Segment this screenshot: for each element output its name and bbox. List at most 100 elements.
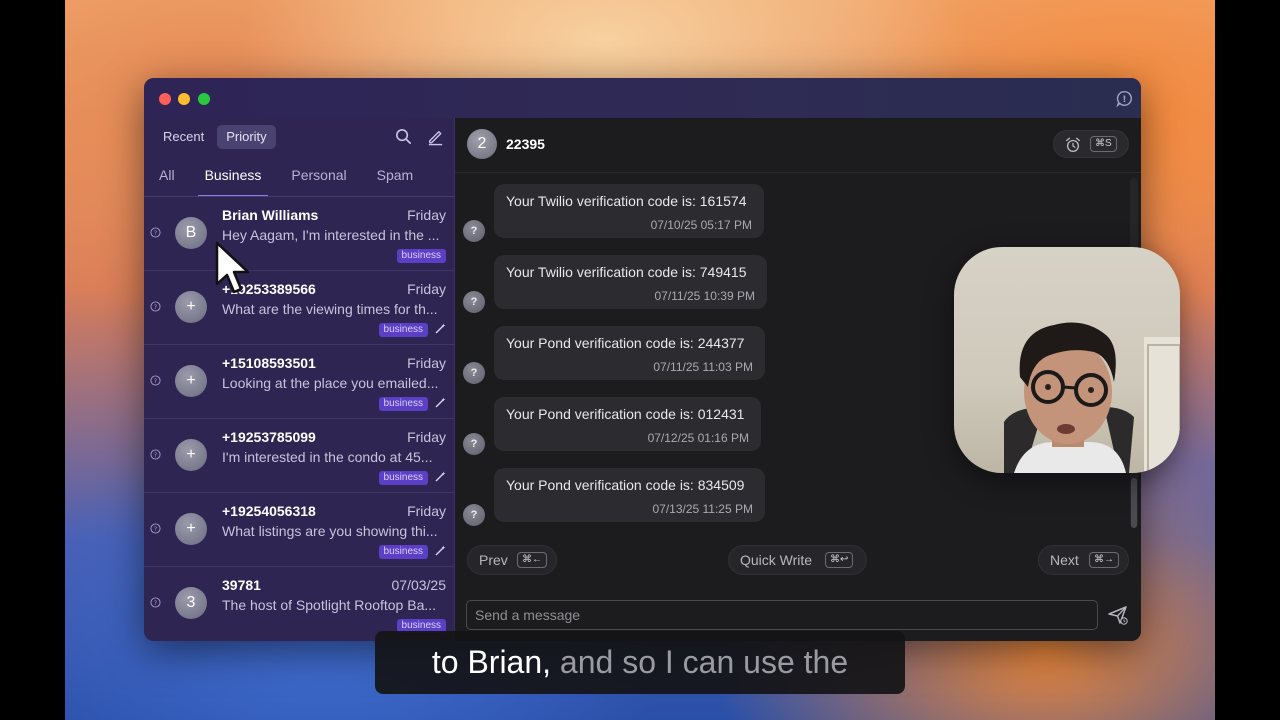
scrollbar-thumb[interactable] (1131, 478, 1137, 528)
conversation-preview: I'm interested in the condo at 45... (222, 449, 433, 465)
segment-priority[interactable]: Priority (217, 125, 276, 149)
category-tabs: All Business Personal Spam (144, 166, 455, 197)
message-bubble[interactable]: Your Twilio verification code is: 161574… (494, 184, 764, 238)
magic-wand-icon[interactable] (434, 397, 446, 409)
segment-recent[interactable]: Recent (154, 125, 213, 149)
conversation-date: Friday (407, 503, 446, 519)
unknown-status-icon: ? (150, 597, 161, 608)
magic-wand-icon[interactable] (434, 545, 446, 557)
category-badge: business (396, 249, 446, 263)
avatar: 3 (175, 587, 207, 619)
message-text: Your Twilio verification code is: 749415 (506, 264, 747, 280)
subtitle-caption: to Brian, and so I can use the (375, 631, 905, 694)
message-input[interactable] (467, 601, 1097, 629)
svg-text:?: ? (154, 599, 157, 607)
caption-spoken: to Brian, (431, 644, 552, 680)
category-badge: business (378, 397, 428, 411)
conversation-date: Friday (407, 207, 446, 223)
conversation-name: +19254056318 (222, 503, 316, 519)
unknown-status-icon: ? (150, 449, 161, 460)
quick-write-label: Quick Write (740, 552, 813, 568)
conversation-name: +15108593501 (222, 355, 316, 371)
message-text: Your Pond verification code is: 834509 (506, 477, 745, 493)
conversation-item[interactable]: ? + +15108593501 Friday Looking at the p… (144, 345, 455, 419)
tab-all[interactable]: All (144, 166, 190, 196)
conversation-name: 39781 (222, 577, 261, 593)
sender-avatar: ? (463, 220, 485, 242)
avatar: + (175, 291, 207, 323)
message-bubble[interactable]: Your Twilio verification code is: 749415… (494, 255, 767, 309)
message-bubble[interactable]: Your Pond verification code is: 834509 0… (494, 468, 765, 522)
magic-wand-icon[interactable] (434, 471, 446, 483)
svg-text:?: ? (154, 451, 157, 459)
conversation-date: Friday (407, 429, 446, 445)
message-bubble[interactable]: Your Pond verification code is: 012431 0… (494, 397, 761, 451)
chat-help-icon[interactable]: ! (1116, 90, 1133, 107)
conversation-preview: What listings are you showing thi... (222, 523, 438, 539)
unknown-status-icon: ? (150, 523, 161, 534)
sender-avatar: ? (463, 433, 485, 455)
shortcut-hint: ⌘← (517, 552, 547, 568)
sidebar: Recent Priority All Business Personal Sp… (144, 118, 455, 641)
conversation-item[interactable]: ? + +19253389566 Friday What are the vie… (144, 271, 455, 345)
conversation-date: 07/03/25 (391, 577, 447, 593)
sender-avatar: ? (463, 504, 485, 526)
message-bubble[interactable]: Your Pond verification code is: 244377 0… (494, 326, 765, 380)
sender-avatar: ? (463, 362, 485, 384)
avatar: 2 (467, 129, 497, 159)
tab-business[interactable]: Business (190, 166, 277, 197)
unknown-status-icon: ? (150, 301, 161, 312)
conversation-date: Friday (407, 355, 446, 371)
message-time: 07/10/25 05:17 PM (650, 218, 752, 232)
view-segmented-control: Recent Priority (154, 125, 276, 149)
conversation-preview: The host of Spotlight Rooftop Ba... (222, 597, 437, 613)
next-button[interactable]: Next ⌘→ (1038, 545, 1129, 575)
category-badge: business (378, 471, 428, 485)
svg-text:?: ? (154, 303, 157, 311)
message-text: Your Pond verification code is: 012431 (506, 406, 745, 422)
send-icon[interactable] (1107, 604, 1129, 626)
chat-title: 22395 (506, 136, 545, 152)
message-time: 07/13/25 11:25 PM (652, 502, 753, 516)
quick-write-button[interactable]: Quick Write ⌘↩ (728, 545, 867, 575)
snooze-button[interactable]: ⌘S (1053, 130, 1129, 158)
tab-personal[interactable]: Personal (276, 166, 361, 196)
message-time: 07/11/25 10:39 PM (654, 289, 755, 303)
close-window-button[interactable] (159, 93, 171, 105)
conversation-list: ? B Brian Williams Friday Hey Aagam, I'm… (144, 197, 455, 641)
chat-header: 2 22395 ⌘S (455, 118, 1141, 173)
conversation-name: +19253785099 (222, 429, 316, 445)
category-badge: business (378, 323, 428, 337)
message-composer (466, 600, 1098, 630)
zoom-window-button[interactable] (198, 93, 210, 105)
webcam-overlay (954, 247, 1180, 473)
tab-spam[interactable]: Spam (362, 166, 429, 196)
caption-upcoming: and so I can use the (551, 644, 849, 680)
message-text: Your Pond verification code is: 244377 (506, 335, 745, 351)
message-time: 07/12/25 01:16 PM (647, 431, 749, 445)
search-icon[interactable] (394, 127, 413, 146)
avatar: + (175, 439, 207, 471)
presenter-video (1004, 322, 1180, 473)
svg-text:?: ? (154, 377, 157, 385)
avatar: + (175, 365, 207, 397)
conversation-item[interactable]: ? + +19253785099 Friday I'm interested i… (144, 419, 455, 493)
category-badge: business (378, 545, 428, 559)
magic-wand-icon[interactable] (434, 323, 446, 335)
avatar: + (175, 513, 207, 545)
shortcut-hint: ⌘↩ (825, 552, 854, 568)
conversation-preview: Looking at the place you emailed... (222, 375, 439, 391)
message-time: 07/11/25 11:03 PM (653, 360, 753, 374)
conversation-name: Brian Williams (222, 207, 319, 223)
unknown-status-icon: ? (150, 227, 161, 238)
svg-text:!: ! (1123, 95, 1127, 105)
minimize-window-button[interactable] (178, 93, 190, 105)
alarm-clock-icon (1066, 137, 1080, 152)
conversation-item[interactable]: ? 3 39781 07/03/25 The host of Spotlight… (144, 567, 455, 641)
svg-text:?: ? (154, 525, 157, 533)
conversation-item[interactable]: ? B Brian Williams Friday Hey Aagam, I'm… (144, 197, 455, 271)
conversation-preview: What are the viewing times for th... (222, 301, 438, 317)
prev-button[interactable]: Prev ⌘← (467, 545, 557, 575)
conversation-item[interactable]: ? + +19254056318 Friday What listings ar… (144, 493, 455, 567)
compose-icon[interactable] (426, 127, 445, 146)
